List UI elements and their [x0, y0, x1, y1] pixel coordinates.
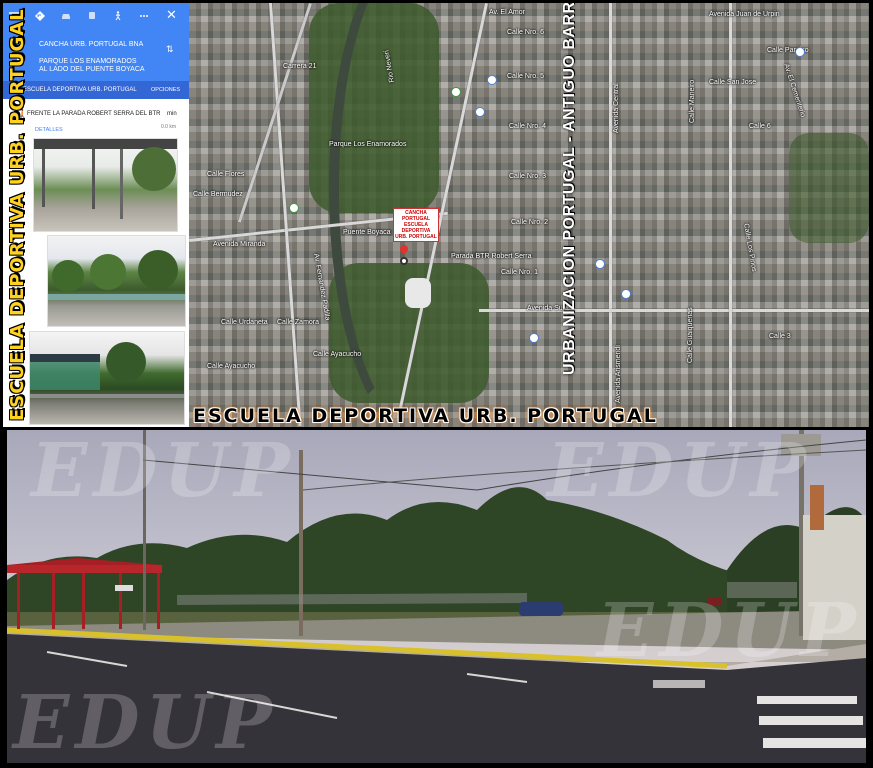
map-label: Avenida Miranda [213, 241, 266, 248]
park-marker[interactable] [451, 87, 461, 97]
map-label: Avenida Juan de Urpin [709, 11, 780, 18]
map-label: Carrera 21 [283, 63, 317, 70]
map-label: Calle Nro. 4 [509, 123, 546, 130]
trees-illustration [48, 250, 185, 300]
poi-marker[interactable] [595, 259, 605, 269]
photo-school-building[interactable] [47, 235, 186, 327]
map-label: Av. El Cementerio [782, 63, 807, 119]
map-label: Av. El Amor [489, 9, 525, 16]
poi-marker[interactable] [529, 333, 539, 343]
road [237, 3, 312, 223]
watermark: EDUP [31, 430, 296, 514]
step-description: FRENTE LA PARADA ROBERT SERRA DEL BTR [27, 111, 161, 117]
photo-canopy[interactable] [33, 138, 178, 232]
destination-callout: CANCHA PORTUGAL ESCUELA DEPORTIVA URB. P… [393, 208, 439, 242]
map-label: Calle Ayacucho [313, 351, 362, 358]
destination-field-line1[interactable]: PARQUE LOS ENAMORADOS [39, 58, 137, 66]
pavilion-illustration [30, 342, 184, 398]
map-label: Calle Zamora [277, 319, 320, 326]
poi-marker[interactable] [487, 75, 497, 85]
map-label: Calle 3 [769, 333, 791, 340]
poi-marker[interactable] [795, 47, 805, 57]
map-label: Avenida Sur [527, 305, 566, 312]
satellite-map[interactable]: Rio Neveri Parque Los Enamorados Puente … [189, 3, 869, 427]
map-label: Calle Ayacucho [207, 363, 256, 370]
map-label: Calle San Jose [709, 79, 757, 86]
watermark: EDUP [547, 430, 812, 514]
map-label: Calle Nro. 1 [501, 269, 538, 276]
directions-sidebar: ✕ CANCHA URB. PORTUGAL BNA PARQUE LOS EN… [3, 3, 189, 427]
route-destination: ESCUELA DEPORTIVA URB. PORTUGAL [23, 87, 137, 93]
location-dot-icon [400, 257, 408, 265]
map-screenshot-panel: Rio Neveri Parque Los Enamorados Puente … [3, 3, 869, 427]
options-button[interactable]: OPCIONES [151, 87, 180, 94]
directions-icon[interactable] [35, 11, 45, 21]
swap-icon[interactable]: ⇅ [166, 44, 174, 55]
map-label: Avenida Central [613, 83, 620, 133]
map-label: Calle Nro. 2 [511, 219, 548, 226]
origin-field[interactable]: CANCHA URB. PORTUGAL BNA [39, 41, 143, 49]
map-label: Calle Guaiquerias [687, 307, 694, 363]
map-label: Avenida Arismendi [615, 345, 622, 403]
step-time: min [167, 111, 177, 117]
map-label: Calle Maneiro [689, 79, 696, 123]
map-label: Av. Fernandez Padilla [312, 253, 331, 322]
step-distance: 0.0 km [161, 124, 177, 130]
watermark: EDUP [13, 680, 278, 763]
map-label: Calle Flores [207, 171, 245, 178]
urbanizacion-label: URBANIZACION PORTUGAL - ANTIGUO BARRIO O… [561, 3, 578, 375]
road [729, 3, 732, 427]
more-icon[interactable] [139, 11, 149, 21]
poi-marker[interactable] [621, 289, 631, 299]
car-icon[interactable] [61, 11, 71, 21]
details-link[interactable]: DETALLES [35, 127, 63, 134]
poi-marker[interactable] [475, 107, 485, 117]
map-label: Calle Nro. 5 [507, 73, 544, 80]
walk-icon[interactable] [113, 11, 123, 21]
map-label: Calle Nro. 3 [509, 173, 546, 180]
route-bar: 🚶 ESCUELA DEPORTIVA URB. PORTUGAL OPCION… [3, 81, 189, 99]
sports-building [405, 278, 431, 308]
park-marker[interactable] [289, 203, 299, 213]
street-photo: EDUP EDUP EDUP EDUP [7, 430, 866, 763]
map-label: Parque Los Enamorados [329, 141, 407, 148]
map-label: Puente Boyaca [343, 229, 391, 236]
destination-field-line2[interactable]: AL LADO DEL PUENTE BOYACA [39, 66, 145, 74]
canopy-illustration [34, 139, 177, 219]
vertical-banner: ESCUELA DEPORTIVA URB. PORTUGAL [7, 8, 28, 421]
directions-header: ✕ CANCHA URB. PORTUGAL BNA PARQUE LOS EN… [3, 3, 189, 99]
transit-icon[interactable] [87, 11, 97, 21]
park-area [789, 133, 869, 243]
map-label: Calle 6 [749, 123, 771, 130]
map-label: Calle Bermudez [193, 191, 243, 198]
map-label: Parada BTR Robert Serra [451, 253, 532, 260]
road [609, 3, 612, 427]
school-caption: ESCUELA DEPORTIVA URB. PORTUGAL [193, 405, 658, 427]
map-label: Calle Nro. 6 [507, 29, 544, 36]
watermark: EDUP [597, 588, 862, 674]
travel-mode-bar [9, 9, 183, 23]
map-label: Calle Los Pinos [742, 223, 758, 273]
close-icon[interactable]: ✕ [166, 8, 177, 22]
photo-field[interactable] [29, 331, 185, 425]
map-label: Calle Urdaneta [221, 319, 268, 326]
